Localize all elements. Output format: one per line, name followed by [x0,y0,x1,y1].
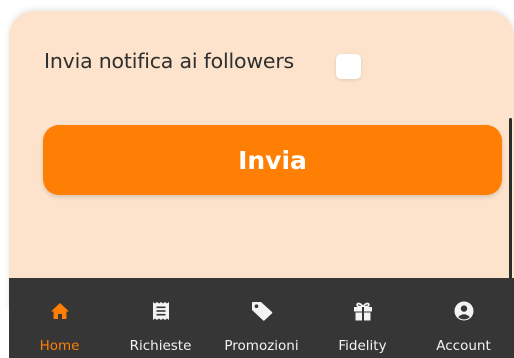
notify-followers-label: Invia notifica ai followers [44,49,295,73]
nav-label-account: Account [436,338,491,354]
send-button[interactable]: Invia [43,125,502,195]
form-card: Invia notifica ai followers Invia [9,11,514,311]
tag-icon [250,301,274,321]
app-screen: Invia notifica ai followers Invia Home R… [0,0,514,358]
home-icon [48,301,72,321]
nav-item-fidelity[interactable]: Fidelity [312,278,413,358]
scrollbar[interactable] [509,118,512,283]
receipt-icon [149,301,173,321]
account-circle-icon [452,301,476,321]
gift-icon [351,301,375,321]
nav-label-fidelity: Fidelity [338,338,387,354]
nav-label-promozioni: Promozioni [224,338,299,354]
nav-item-account[interactable]: Account [413,278,514,358]
nav-item-promozioni[interactable]: Promozioni [211,278,312,358]
notify-followers-checkbox[interactable] [336,54,361,79]
nav-label-home: Home [39,338,80,354]
nav-label-richieste: Richieste [129,338,192,354]
bottom-navigation: Home Richieste Promozioni Fidelity Accou… [9,278,514,358]
nav-item-richieste[interactable]: Richieste [110,278,211,358]
nav-item-home[interactable]: Home [9,278,110,358]
